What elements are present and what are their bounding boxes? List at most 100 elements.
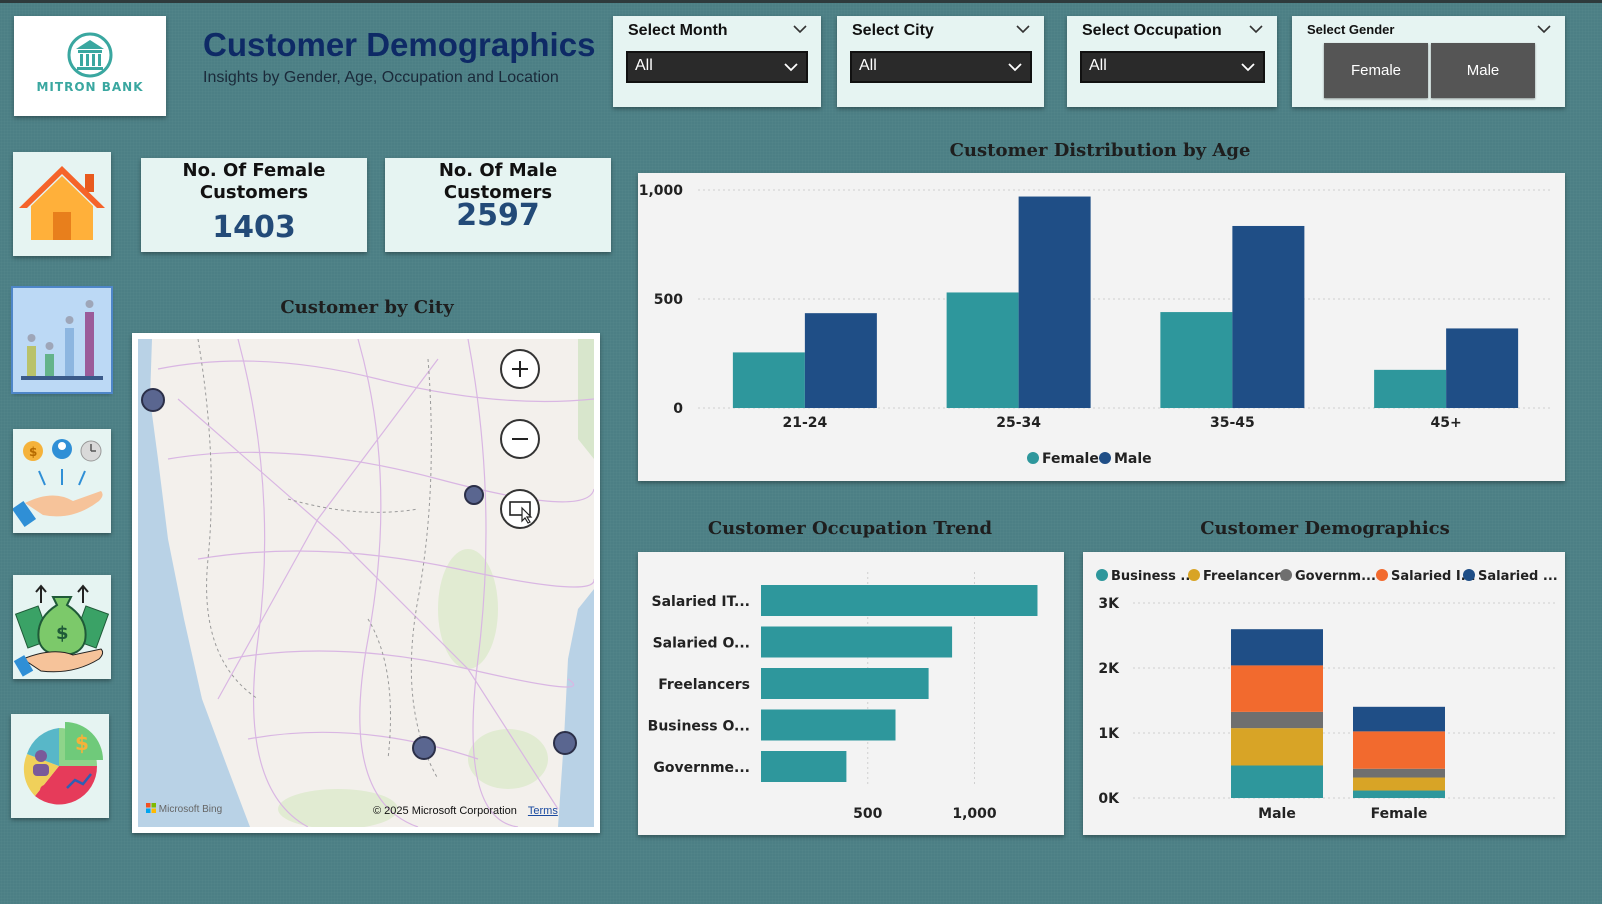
nav-pie[interactable]: $ <box>11 714 109 818</box>
chevron-down-icon[interactable] <box>1249 24 1263 34</box>
legend-label: Freelancers <box>1203 569 1289 584</box>
logo-text: MITRON BANK <box>36 80 144 94</box>
gender-slicer-label: Select Gender <box>1307 22 1395 37</box>
y-tick-label: 3K <box>1098 596 1120 612</box>
page-title: Customer Demographics <box>203 26 596 63</box>
city-marker[interactable] <box>553 731 577 755</box>
legend-label: Business ... <box>1111 569 1195 584</box>
zoom-out-button[interactable] <box>500 419 540 459</box>
chevron-down-icon[interactable] <box>1537 24 1551 34</box>
microsoft-logo-icon <box>146 803 156 813</box>
demographics-chart: 0K 1K 2K 3K Male Female Business ... Freelancer… <box>1096 569 1558 822</box>
svg-text:$: $ <box>29 445 37 459</box>
city-slicer-label: Select City <box>852 22 934 39</box>
nav-money[interactable]: $ <box>13 575 111 679</box>
y-tick-label: Salaried O... <box>653 636 750 652</box>
gender-female-button[interactable]: Female <box>1324 43 1428 98</box>
plus-icon <box>512 361 528 377</box>
x-tick-label: Male <box>1258 806 1296 822</box>
zoom-in-button[interactable] <box>500 349 540 389</box>
female-kpi-label: No. Of Female Customers <box>141 160 367 204</box>
map-copyright: © 2025 Microsoft Corporation Terms <box>373 805 558 817</box>
occupation-chart-title: Customer Occupation Trend <box>707 518 993 539</box>
legend-swatch <box>1376 569 1388 581</box>
occupation-dropdown[interactable]: All <box>1080 51 1265 83</box>
bar-female <box>946 292 1019 408</box>
city-marker[interactable] <box>412 736 436 760</box>
occupation-dropdown-value: All <box>1089 57 1107 74</box>
chevron-down-icon[interactable] <box>1016 24 1030 34</box>
occupation-bar <box>761 668 929 699</box>
legend-label: Governm... <box>1295 569 1376 584</box>
map-selection-button[interactable] <box>500 489 540 529</box>
city-dropdown[interactable]: All <box>850 51 1032 83</box>
month-dropdown-value: All <box>635 57 653 74</box>
chevron-down-icon <box>1008 63 1022 72</box>
stacked-segment <box>1231 765 1323 798</box>
y-tick-label: 0 <box>673 401 683 417</box>
svg-text:$: $ <box>75 731 89 755</box>
occupation-chart: 500 1,000 Salaried IT... Salaried O... Freel… <box>648 572 1038 822</box>
bar-female <box>1160 312 1233 408</box>
occupation-slicer-label: Select Occupation <box>1082 22 1222 39</box>
bar-female <box>1374 369 1447 408</box>
x-tick-label: 1,000 <box>952 806 997 822</box>
stacked-segment <box>1353 768 1445 778</box>
chevron-down-icon <box>784 63 798 72</box>
x-tick-label: 25-34 <box>996 415 1041 431</box>
nav-home[interactable] <box>13 152 111 256</box>
svg-text:$: $ <box>56 623 69 644</box>
occupation-bar <box>761 751 847 782</box>
age-chart-panel: 0 500 1,000 21-24 25-34 35-45 45+ Female Male <box>638 173 1565 481</box>
legend-swatch <box>1463 569 1475 581</box>
bar-male <box>1018 196 1091 408</box>
stacked-segment <box>1231 728 1323 766</box>
legend-swatch <box>1188 569 1200 581</box>
stacked-segment <box>1353 777 1445 791</box>
bar-female <box>732 352 805 408</box>
select-cursor-icon <box>509 501 533 524</box>
legend-swatch <box>1099 452 1111 464</box>
x-tick-label: Female <box>1371 806 1428 822</box>
female-kpi-label-line2: Customers <box>199 182 309 203</box>
month-dropdown[interactable]: All <box>626 51 808 83</box>
stacked-segment <box>1231 711 1323 729</box>
bar-chart-icon <box>21 300 103 380</box>
city-marker[interactable] <box>464 485 484 505</box>
bar-male <box>804 313 877 408</box>
city-marker[interactable] <box>141 388 165 412</box>
y-tick-label: 2K <box>1098 661 1120 677</box>
male-kpi-value: 2597 <box>456 198 540 233</box>
x-tick-label: 500 <box>853 806 882 822</box>
stacked-segment <box>1353 731 1445 769</box>
female-kpi-label-line1: No. Of Female <box>182 160 326 181</box>
chevron-down-icon[interactable] <box>793 24 807 34</box>
map-title: Customer by City <box>280 297 454 318</box>
bing-label: Microsoft Bing <box>158 804 223 815</box>
nav-bar-chart[interactable] <box>11 286 113 394</box>
legend-swatch <box>1027 452 1039 464</box>
y-tick-label: Governme... <box>653 760 750 776</box>
x-tick-label: 35-45 <box>1210 415 1255 431</box>
city-map[interactable]: Microsoft Bing © 2025 Microsoft Corporat… <box>132 333 600 833</box>
legend-swatch <box>1096 569 1108 581</box>
gender-slicer: Select Gender Female Male <box>1292 16 1565 107</box>
terms-link[interactable]: Terms <box>528 805 558 817</box>
map-canvas[interactable]: Microsoft Bing © 2025 Microsoft Corporat… <box>138 339 594 827</box>
city-dropdown-value: All <box>859 57 877 74</box>
occupation-bar <box>761 585 1038 616</box>
legend-label: Salaried ... <box>1478 569 1558 584</box>
nav-income[interactable]: $ <box>11 429 111 533</box>
minus-icon <box>512 438 528 440</box>
legend-label: Female <box>1042 451 1099 467</box>
legend-swatch <box>1280 569 1292 581</box>
age-chart: 0 500 1,000 21-24 25-34 35-45 45+ Female Male <box>639 183 1553 467</box>
stacked-segment <box>1231 665 1323 712</box>
x-tick-label: 21-24 <box>782 415 827 431</box>
gender-male-button[interactable]: Male <box>1431 43 1535 98</box>
pie-chart-icon: $ <box>23 722 103 805</box>
y-tick-label: Freelancers <box>658 677 750 693</box>
top-border <box>0 0 1602 3</box>
month-slicer: Select Month All <box>613 16 821 107</box>
page-subtitle: Insights by Gender, Age, Occupation and … <box>203 69 559 86</box>
